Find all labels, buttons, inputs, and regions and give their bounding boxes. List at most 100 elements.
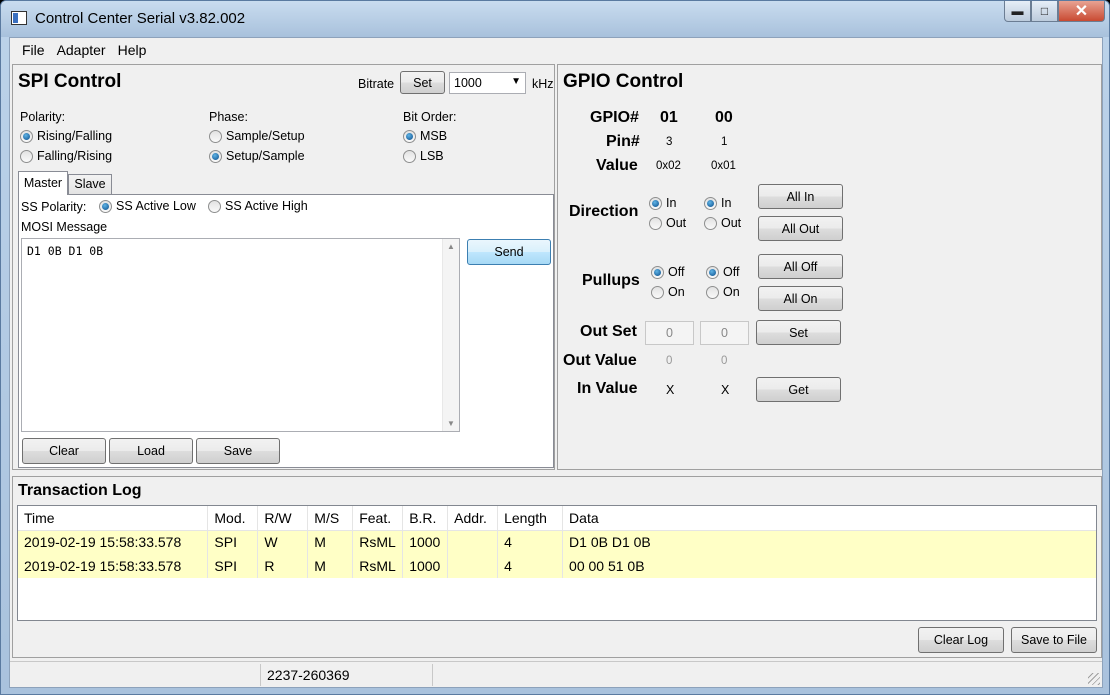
pullup-on-1[interactable]: On bbox=[651, 285, 685, 299]
all-off-button[interactable]: All Off bbox=[758, 254, 843, 279]
app-icon bbox=[11, 11, 27, 25]
col-ms[interactable]: M/S bbox=[307, 506, 354, 531]
col-rw[interactable]: R/W bbox=[257, 506, 309, 531]
col-mod[interactable]: Mod. bbox=[207, 506, 259, 531]
phase-sample-setup[interactable]: Sample/Setup bbox=[209, 129, 305, 143]
bitrate-set-button[interactable]: Set bbox=[400, 71, 445, 94]
out-value-1: 0 bbox=[666, 355, 673, 367]
menu-adapter[interactable]: Adapter bbox=[51, 42, 112, 58]
ss-active-high[interactable]: SS Active High bbox=[208, 199, 308, 213]
bit-order-lsb[interactable]: LSB bbox=[403, 149, 444, 163]
tab-slave[interactable]: Slave bbox=[68, 174, 112, 194]
out-set-field-2[interactable]: 0 bbox=[700, 321, 749, 345]
minimize-icon: ▬ bbox=[1011, 4, 1024, 18]
cell-ms: M bbox=[307, 530, 354, 554]
load-button[interactable]: Load bbox=[109, 438, 193, 464]
maximize-icon: □ bbox=[1040, 4, 1049, 18]
resize-grip-icon[interactable] bbox=[1088, 673, 1100, 685]
table-row[interactable]: 2019-02-19 15:58:33.578 SPI W M RsML 100… bbox=[18, 530, 1096, 554]
save-button[interactable]: Save bbox=[196, 438, 280, 464]
gpio-title: GPIO Control bbox=[563, 71, 684, 92]
all-on-button[interactable]: All On bbox=[758, 286, 843, 311]
mosi-textarea[interactable]: D1 0B D1 0B ▲ ▼ bbox=[21, 238, 460, 432]
cell-length: 4 bbox=[497, 554, 564, 578]
radio-label: LSB bbox=[420, 149, 444, 163]
send-button[interactable]: Send bbox=[467, 239, 551, 265]
log-table-container[interactable]: Time Mod. R/W M/S Feat. B.R. Addr. Lengt… bbox=[17, 505, 1097, 621]
maximize-button[interactable]: □ bbox=[1031, 1, 1058, 22]
cell-br: 1000 bbox=[402, 530, 449, 554]
col-addr[interactable]: Addr. bbox=[447, 506, 499, 531]
bit-order-msb[interactable]: MSB bbox=[403, 129, 447, 143]
col-length[interactable]: Length bbox=[497, 506, 564, 531]
pullup-off-2[interactable]: Off bbox=[706, 265, 739, 279]
bitrate-label: Bitrate bbox=[358, 77, 395, 91]
ss-active-low[interactable]: SS Active Low bbox=[99, 199, 196, 213]
save-to-file-button[interactable]: Save to File bbox=[1011, 627, 1097, 653]
pin-number-label: Pin# bbox=[606, 133, 640, 150]
menu-help[interactable]: Help bbox=[112, 42, 153, 58]
spi-title: SPI Control bbox=[18, 71, 122, 92]
all-out-button[interactable]: All Out bbox=[758, 216, 843, 241]
col-br[interactable]: B.R. bbox=[402, 506, 449, 531]
radio-icon bbox=[649, 216, 662, 230]
master-tab-panel: SS Polarity: SS Active Low SS Active Hig… bbox=[18, 194, 554, 468]
direction-in-1[interactable]: In bbox=[649, 196, 676, 210]
in-value-label: In Value bbox=[577, 380, 638, 397]
direction-in-2[interactable]: In bbox=[704, 196, 731, 210]
radio-selected-icon bbox=[20, 129, 33, 143]
direction-label: Direction bbox=[569, 203, 639, 220]
gpio-01-header: 01 bbox=[660, 109, 678, 126]
radio-label: SS Active High bbox=[225, 199, 308, 213]
status-bar: 2237-260369 bbox=[10, 661, 1102, 687]
scroll-up-icon[interactable]: ▲ bbox=[447, 242, 455, 251]
radio-label: Rising/Falling bbox=[37, 129, 113, 143]
direction-out-2[interactable]: Out bbox=[704, 216, 741, 230]
status-separator bbox=[260, 664, 261, 686]
title-bar[interactable]: Control Center Serial v3.82.002 ▬ □ ✕ bbox=[1, 1, 1109, 37]
cell-time: 2019-02-19 15:58:33.578 bbox=[18, 554, 209, 578]
radio-label: Off bbox=[723, 265, 740, 279]
tab-master[interactable]: Master bbox=[18, 171, 68, 195]
spi-panel: SPI Control Bitrate Set 1000 ▼ kHz Polar… bbox=[12, 64, 555, 470]
clear-log-button[interactable]: Clear Log bbox=[918, 627, 1004, 653]
pin-value-2: 1 bbox=[721, 136, 728, 148]
bitrate-combo[interactable]: 1000 ▼ bbox=[449, 72, 526, 94]
get-button[interactable]: Get bbox=[756, 377, 841, 402]
table-row[interactable]: 2019-02-19 15:58:33.578 SPI R M RsML 100… bbox=[18, 554, 1096, 578]
mosi-scrollbar[interactable]: ▲ ▼ bbox=[442, 239, 459, 431]
menu-file[interactable]: File bbox=[16, 42, 51, 58]
log-header-row: Time Mod. R/W M/S Feat. B.R. Addr. Lengt… bbox=[18, 506, 1096, 531]
radio-label: SS Active Low bbox=[116, 199, 196, 213]
polarity-falling-rising[interactable]: Falling/Rising bbox=[20, 149, 112, 163]
minimize-button[interactable]: ▬ bbox=[1004, 1, 1031, 22]
out-set-field-1[interactable]: 0 bbox=[645, 321, 694, 345]
value-2: 0x01 bbox=[711, 160, 736, 172]
close-button[interactable]: ✕ bbox=[1058, 1, 1105, 22]
col-data[interactable]: Data bbox=[562, 506, 1096, 531]
col-time[interactable]: Time bbox=[18, 506, 209, 531]
clear-button[interactable]: Clear bbox=[22, 438, 106, 464]
radio-label: Sample/Setup bbox=[226, 129, 305, 143]
radio-label: In bbox=[721, 196, 732, 210]
out-set-button[interactable]: Set bbox=[756, 320, 841, 345]
radio-selected-icon bbox=[99, 199, 112, 213]
direction-out-1[interactable]: Out bbox=[649, 216, 686, 230]
pullup-on-2[interactable]: On bbox=[706, 285, 740, 299]
pin-value-1: 3 bbox=[666, 136, 673, 148]
phase-setup-sample[interactable]: Setup/Sample bbox=[209, 149, 305, 163]
radio-selected-icon bbox=[704, 196, 717, 210]
col-feat[interactable]: Feat. bbox=[352, 506, 404, 531]
pullup-off-1[interactable]: Off bbox=[651, 265, 684, 279]
all-in-button[interactable]: All In bbox=[758, 184, 843, 209]
scroll-down-icon[interactable]: ▼ bbox=[447, 419, 455, 428]
radio-icon bbox=[651, 285, 664, 299]
polarity-rising-falling[interactable]: Rising/Falling bbox=[20, 129, 112, 143]
radio-label: MSB bbox=[420, 129, 448, 143]
mosi-value: D1 0B D1 0B bbox=[27, 244, 104, 258]
radio-label: On bbox=[668, 285, 685, 299]
value-1: 0x02 bbox=[656, 160, 681, 172]
out-value-label: Out Value bbox=[563, 352, 637, 369]
cell-rw: W bbox=[257, 530, 309, 554]
radio-label: Setup/Sample bbox=[226, 149, 305, 163]
